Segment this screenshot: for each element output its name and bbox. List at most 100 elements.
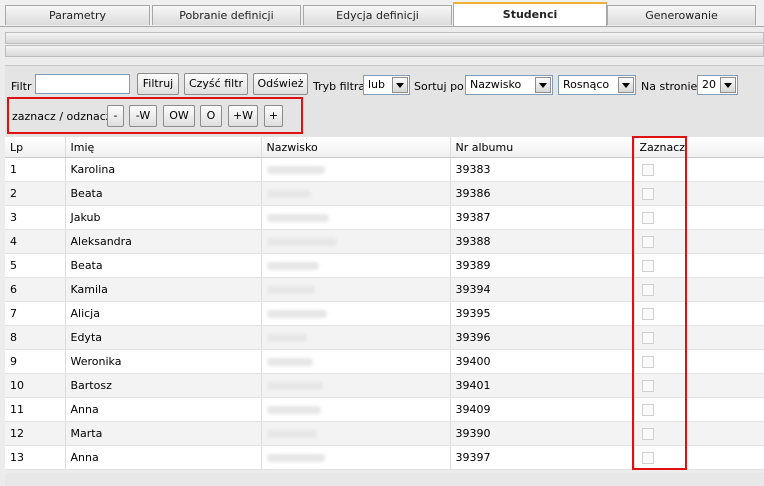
cell-imie: Alicja [65,301,262,326]
cell-nr-albumu: 39397 [450,445,635,470]
selection-highlight-box [7,97,303,134]
cell-nazwisko [261,325,451,350]
cell-nr-albumu: 39396 [450,325,635,350]
redacted-surname [266,334,307,342]
cell-lp: 13 [5,445,66,470]
cell-imie: Marta [65,421,262,446]
cell-imie: Beata [65,253,262,278]
cell-imie: Beata [65,181,262,206]
cell-lp: 4 [5,229,66,254]
cell-nazwisko [261,205,451,230]
cell-nazwisko [261,421,451,446]
cell-nazwisko [261,397,451,422]
redacted-surname [266,310,327,318]
tab-studenci[interactable]: Studenci [453,2,607,27]
chevron-down-icon[interactable] [392,77,408,93]
cell-lp: 7 [5,301,66,326]
cell-imie: Edyta [65,325,262,350]
redacted-surname [266,382,323,390]
sort-label: Sortuj po [414,80,464,93]
sort-field-value: Nazwisko [470,78,522,91]
tab-parametry[interactable]: Parametry [5,5,150,25]
cell-nazwisko [261,157,451,182]
page-size-label: Na stronie [641,80,698,93]
cell-lp: 1 [5,157,66,182]
cell-nr-albumu: 39395 [450,301,635,326]
cell-nr-albumu: 39386 [450,181,635,206]
cell-nazwisko [261,445,451,470]
cell-imie: Anna [65,445,262,470]
tab-bar: Parametry Pobranie definicji Edycja defi… [0,0,764,27]
cell-nazwisko [261,373,451,398]
header-imie[interactable]: Imię [65,137,262,158]
sort-order-select[interactable]: Rosnąco [558,75,636,95]
header-nr-albumu[interactable]: Nr albumu [450,137,635,158]
cell-nr-albumu: 39387 [450,205,635,230]
cell-nr-albumu: 39389 [450,253,635,278]
header-bar-bottom [5,45,764,57]
cell-nazwisko [261,253,451,278]
refresh-button[interactable]: Odśwież [253,73,308,95]
cell-nazwisko [261,349,451,374]
redacted-surname [266,286,315,294]
cell-nr-albumu: 39409 [450,397,635,422]
header-lp[interactable]: Lp [5,137,66,158]
tab-divider [0,26,764,27]
redacted-surname [266,454,325,462]
clear-filter-button[interactable]: Czyść filtr [184,73,248,95]
cell-lp: 11 [5,397,66,422]
chevron-down-icon[interactable] [535,77,551,93]
redacted-surname [266,190,311,198]
cell-imie: Anna [65,397,262,422]
cell-lp: 8 [5,325,66,350]
header-bar-top [5,32,764,44]
cell-nazwisko [261,181,451,206]
cell-nr-albumu: 39390 [450,421,635,446]
cell-nr-albumu: 39388 [450,229,635,254]
chevron-down-icon[interactable] [618,77,634,93]
filter-label: Filtr [11,80,32,93]
cell-imie: Weronika [65,349,262,374]
cell-lp: 9 [5,349,66,374]
cell-nazwisko [261,301,451,326]
cell-imie: Bartosz [65,373,262,398]
redacted-surname [266,430,317,438]
header-nazwisko[interactable]: Nazwisko [261,137,451,158]
redacted-surname [266,262,319,270]
redacted-surname [266,214,329,222]
cell-lp: 10 [5,373,66,398]
chevron-down-icon[interactable] [720,77,736,93]
redacted-surname [266,358,313,366]
filter-input[interactable] [35,74,130,94]
cell-nazwisko [261,277,451,302]
cell-nr-albumu: 39394 [450,277,635,302]
cell-nr-albumu: 39401 [450,373,635,398]
sort-field-select[interactable]: Nazwisko [465,75,553,95]
redacted-surname [266,166,325,174]
cell-imie: Jakub [65,205,262,230]
cell-lp: 12 [5,421,66,446]
filter-button[interactable]: Filtruj [137,73,179,95]
page-size-value: 20 [702,78,716,91]
cell-lp: 6 [5,277,66,302]
cell-lp: 3 [5,205,66,230]
sort-order-value: Rosnąco [563,78,610,91]
cell-imie: Kamila [65,277,262,302]
tab-edycja-definicji[interactable]: Edycja definicji [303,5,452,25]
page-size-select[interactable]: 20 [697,75,738,95]
tab-generowanie[interactable]: Generowanie [607,5,756,25]
redacted-surname [266,238,337,246]
filter-mode-value: lub [368,78,386,91]
checkbox-column-highlight-box [632,136,687,470]
cell-imie: Karolina [65,157,262,182]
cell-nr-albumu: 39400 [450,349,635,374]
filter-mode-select[interactable]: lub [363,75,410,95]
tab-pobranie-definicji[interactable]: Pobranie definicji [152,5,301,25]
table-footer [5,473,764,486]
cell-nazwisko [261,229,451,254]
filter-mode-label: Tryb filtra [313,80,366,93]
cell-lp: 2 [5,181,66,206]
cell-lp: 5 [5,253,66,278]
cell-imie: Aleksandra [65,229,262,254]
cell-nr-albumu: 39383 [450,157,635,182]
